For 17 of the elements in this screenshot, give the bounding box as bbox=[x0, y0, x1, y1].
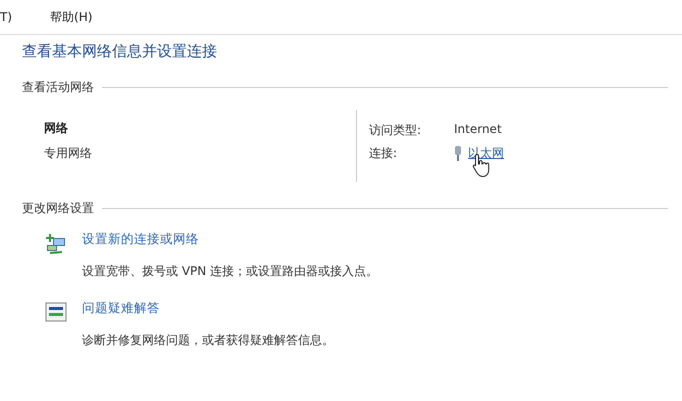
network-type: 专用网络 bbox=[44, 145, 93, 162]
network-computers-icon bbox=[44, 231, 68, 255]
task-description: 设置宽带、拨号或 VPN 连接；或设置路由器或接入点。 bbox=[82, 263, 380, 280]
access-type-value: Internet bbox=[454, 122, 503, 138]
task-link[interactable]: 问题疑难解答 bbox=[82, 300, 682, 324]
ethernet-plug-icon bbox=[454, 146, 462, 161]
section-heading: 查看活动网络 bbox=[22, 79, 94, 96]
section-heading: 更改网络设置 bbox=[22, 200, 94, 217]
troubleshoot-window-icon bbox=[44, 300, 68, 324]
page-title: 查看基本网络信息并设置连接 bbox=[22, 42, 218, 61]
menu-item[interactable]: 帮助(H) bbox=[50, 8, 92, 26]
connections-label: 连接: bbox=[369, 145, 398, 162]
menu-item[interactable]: T) bbox=[0, 10, 12, 24]
task-link[interactable]: 设置新的连接或网络 bbox=[82, 231, 682, 255]
task-description: 诊断并修复网络问题，或者获得疑难解答信息。 bbox=[82, 332, 335, 349]
network-name: 网络 bbox=[44, 120, 69, 137]
access-type-label: 访问类型: bbox=[369, 122, 422, 139]
